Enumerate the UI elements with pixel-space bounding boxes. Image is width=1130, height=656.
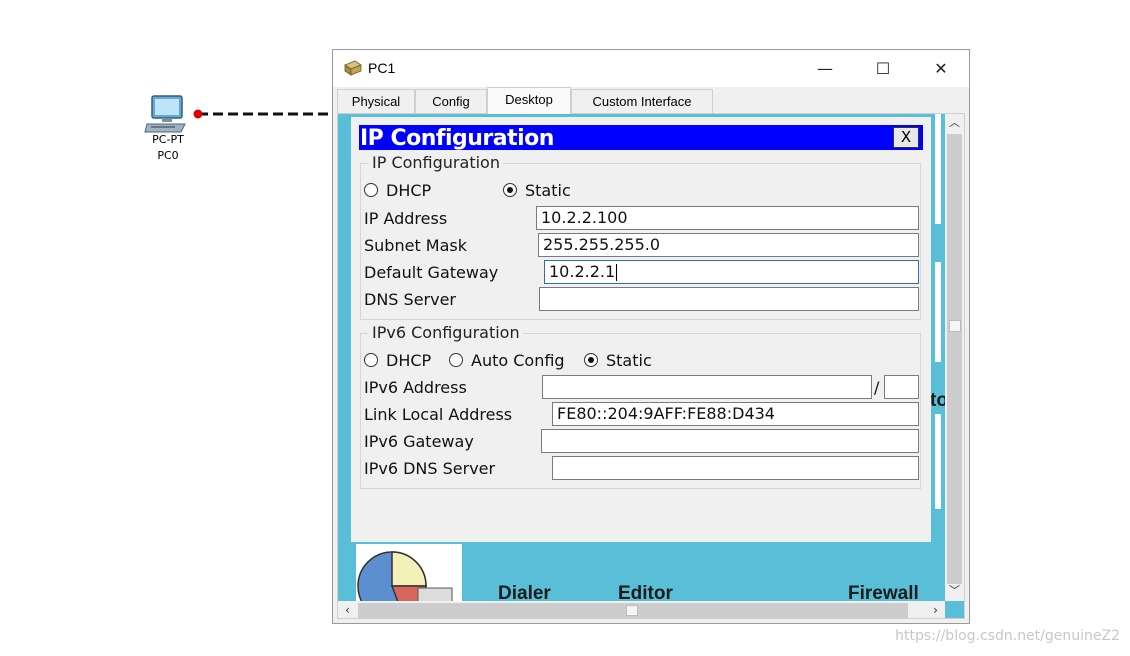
scroll-right-arrow-icon[interactable]: › bbox=[926, 601, 945, 618]
dns-server-field[interactable] bbox=[539, 287, 919, 311]
horizontal-scroll-track[interactable] bbox=[358, 603, 908, 618]
link-local-address-field[interactable]: FE80::204:9AFF:FE88:D434 bbox=[552, 402, 919, 426]
dns-server-label: DNS Server bbox=[364, 290, 456, 309]
text-caret bbox=[616, 264, 618, 281]
ipv6-dns-server-field[interactable] bbox=[552, 456, 919, 480]
desktop-app-tile[interactable] bbox=[935, 414, 941, 509]
app-icon bbox=[344, 60, 362, 76]
desktop-app-tile[interactable] bbox=[935, 114, 941, 224]
vertical-scroll-track[interactable] bbox=[947, 134, 962, 584]
ipv6-address-field[interactable] bbox=[542, 375, 872, 399]
default-gateway-label: Default Gateway bbox=[364, 263, 499, 282]
close-window-button[interactable]: ✕ bbox=[912, 50, 970, 87]
scroll-down-arrow-icon[interactable]: ﹀ bbox=[945, 582, 964, 600]
link-local-address-label: Link Local Address bbox=[364, 405, 513, 424]
desktop-app-tile[interactable] bbox=[935, 262, 941, 362]
window-title: PC1 bbox=[368, 60, 396, 76]
ipv6-dhcp-radio[interactable] bbox=[364, 353, 378, 367]
ipv6-config-group: IPv6 Configuration DHCP Auto Config Stat… bbox=[360, 323, 921, 489]
window-titlebar[interactable]: PC1 — ☐ ✕ bbox=[333, 50, 969, 87]
maximize-button[interactable]: ☐ bbox=[854, 50, 912, 87]
pie-chart-app-icon[interactable] bbox=[356, 544, 462, 618]
ip-address-field[interactable]: 10.2.2.100 bbox=[536, 206, 919, 230]
ipv6-auto-config-label[interactable]: Auto Config bbox=[471, 351, 565, 370]
subnet-mask-label: Subnet Mask bbox=[364, 236, 468, 255]
ipv6-dhcp-label[interactable]: DHCP bbox=[386, 351, 431, 370]
ip-configuration-title: IP Configuration bbox=[360, 126, 554, 151]
ip-configuration-close-button[interactable]: X bbox=[893, 127, 919, 148]
ipv4-static-radio[interactable] bbox=[503, 183, 517, 197]
scroll-up-arrow-icon[interactable]: ︿ bbox=[945, 114, 964, 132]
horizontal-scrollbar[interactable]: ‹ › bbox=[338, 601, 945, 618]
ipv6-static-label[interactable]: Static bbox=[606, 351, 652, 370]
device-type-label: PC-PT bbox=[152, 133, 184, 146]
ipv4-config-group: IP Configuration DHCP Static IP Address … bbox=[360, 153, 921, 320]
device-name-label: PC0 bbox=[157, 149, 179, 162]
ip-configuration-panel: IP Configuration X IP Configuration DHCP… bbox=[351, 117, 931, 542]
default-gateway-value: 10.2.2.1 bbox=[549, 262, 616, 281]
ip-address-label: IP Address bbox=[364, 209, 448, 228]
link-status-dot bbox=[193, 109, 203, 119]
ipv4-group-label: IP Configuration bbox=[369, 153, 503, 172]
ipv6-group-label: IPv6 Configuration bbox=[369, 323, 523, 342]
tab-desktop[interactable]: Desktop bbox=[487, 87, 571, 114]
minimize-button[interactable]: — bbox=[796, 50, 854, 87]
vertical-scroll-thumb[interactable] bbox=[949, 320, 961, 332]
scroll-left-arrow-icon[interactable]: ‹ bbox=[338, 601, 357, 618]
ipv6-address-label: IPv6 Address bbox=[364, 378, 467, 397]
scrollbar-corner bbox=[945, 601, 964, 618]
ipv6-gateway-field[interactable] bbox=[541, 429, 919, 453]
prefix-separator: / bbox=[874, 378, 880, 397]
ip-configuration-title-bar: IP Configuration bbox=[359, 125, 923, 151]
watermark-text: https://blog.csdn.net/genuineZ2 bbox=[895, 628, 1120, 644]
ipv4-dhcp-label[interactable]: DHCP bbox=[386, 181, 431, 200]
subnet-mask-field[interactable]: 255.255.255.0 bbox=[538, 233, 919, 257]
horizontal-scroll-thumb[interactable] bbox=[626, 605, 638, 616]
vertical-scrollbar[interactable]: ︿ ﹀ bbox=[945, 114, 964, 601]
tab-config[interactable]: Config bbox=[415, 89, 487, 113]
tab-custom-interface[interactable]: Custom Interface bbox=[571, 89, 713, 113]
ipv6-static-radio[interactable] bbox=[584, 353, 598, 367]
ipv6-dns-server-label: IPv6 DNS Server bbox=[364, 459, 496, 478]
ipv4-dhcp-radio[interactable] bbox=[364, 183, 378, 197]
ipv6-auto-config-radio[interactable] bbox=[449, 353, 463, 367]
ipv6-prefix-length-field[interactable] bbox=[884, 375, 919, 399]
network-link-cable[interactable] bbox=[186, 105, 336, 125]
ipv6-gateway-label: IPv6 Gateway bbox=[364, 432, 474, 451]
pc-device-icon[interactable] bbox=[143, 94, 189, 134]
default-gateway-field[interactable]: 10.2.2.1 bbox=[544, 260, 919, 284]
tab-physical[interactable]: Physical bbox=[337, 89, 415, 113]
ipv4-static-label[interactable]: Static bbox=[525, 181, 571, 200]
